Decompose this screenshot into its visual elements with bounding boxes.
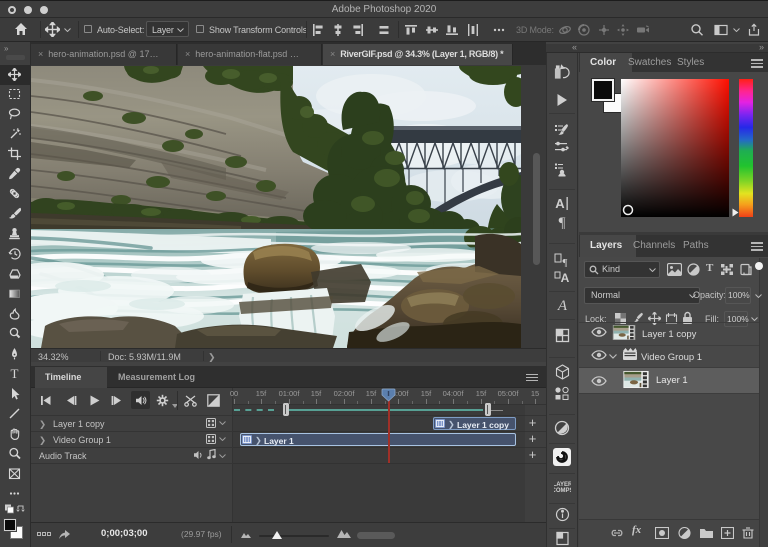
svg-text:A: A: [555, 196, 565, 211]
svg-text:¶: ¶: [559, 215, 566, 229]
svg-text:COMPS: COMPS: [554, 488, 571, 494]
svg-text:A: A: [557, 298, 568, 313]
svg-text:¶: ¶: [563, 257, 568, 267]
svg-text:T: T: [11, 367, 19, 380]
svg-text:A: A: [561, 271, 570, 284]
